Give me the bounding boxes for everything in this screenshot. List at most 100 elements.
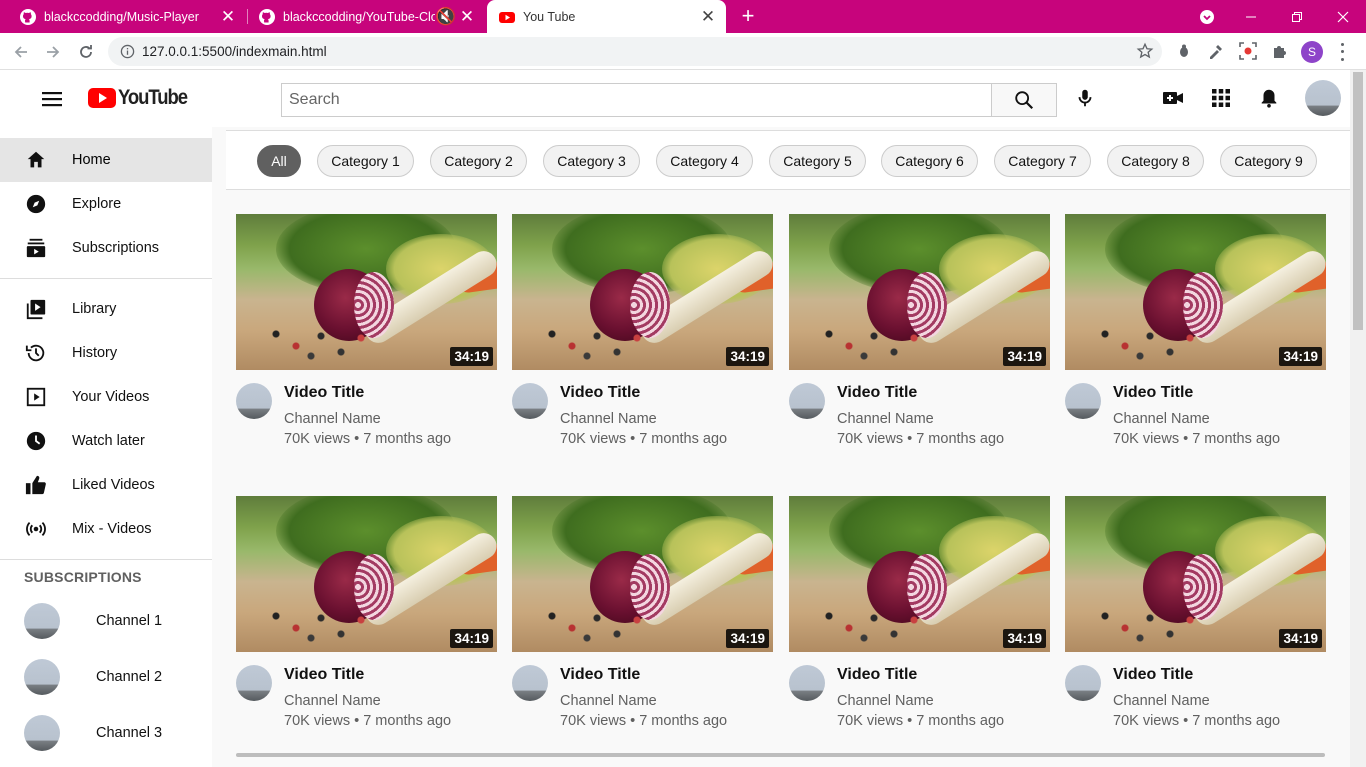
video-title[interactable]: Video Title — [1113, 666, 1193, 684]
search-input[interactable] — [282, 84, 991, 116]
sidebar-item-watch-later[interactable]: Watch later — [0, 419, 212, 463]
search-button[interactable] — [991, 83, 1057, 117]
video-title[interactable]: Video Title — [560, 384, 640, 402]
minimize-icon[interactable] — [1228, 0, 1274, 33]
channel-avatar[interactable] — [1065, 665, 1101, 701]
reload-icon[interactable] — [73, 39, 99, 65]
extensions-puzzle-icon[interactable] — [1268, 39, 1292, 63]
screen-capture-icon[interactable] — [1236, 39, 1260, 63]
back-arrow-icon[interactable] — [8, 39, 34, 65]
sidebar-item-library[interactable]: Library — [0, 287, 212, 331]
chip-category[interactable]: Category 6 — [881, 145, 978, 177]
video-card[interactable]: 34:19 Video Title Channel Name 70K views… — [512, 214, 773, 464]
channel-avatar[interactable] — [512, 665, 548, 701]
channel-name[interactable]: Channel Name — [284, 693, 381, 709]
browser-tab-active[interactable]: You Tube ✕ — [487, 0, 726, 33]
sidebar-item-explore[interactable]: Explore — [0, 182, 212, 226]
chip-category[interactable]: Category 4 — [656, 145, 753, 177]
chip-category[interactable]: Category 2 — [430, 145, 527, 177]
horizontal-scrollbar[interactable] — [236, 753, 1325, 757]
video-title[interactable]: Video Title — [284, 384, 364, 402]
video-card[interactable]: 34:19 Video Title Channel Name 70K views… — [789, 214, 1050, 464]
video-title[interactable]: Video Title — [837, 384, 917, 402]
sidebar-item-mix-videos[interactable]: Mix - Videos — [0, 507, 212, 551]
video-thumbnail[interactable]: 34:19 — [512, 496, 773, 652]
chip-category[interactable]: Category 5 — [769, 145, 866, 177]
video-thumbnail[interactable]: 34:19 — [512, 214, 773, 370]
bookmark-star-icon[interactable] — [1136, 42, 1154, 60]
github-icon — [20, 8, 36, 25]
chip-category[interactable]: Category 9 — [1220, 145, 1317, 177]
address-bar[interactable]: 127.0.0.1:5500/indexmain.html — [108, 37, 1162, 66]
video-title[interactable]: Video Title — [837, 666, 917, 684]
channel-name[interactable]: Channel Name — [837, 693, 934, 709]
channel-name[interactable]: Channel Name — [284, 411, 381, 427]
hamburger-menu-icon[interactable] — [40, 89, 64, 109]
sidebar-item-subscriptions[interactable]: Subscriptions — [0, 226, 212, 270]
video-thumbnail[interactable]: 34:19 — [1065, 496, 1326, 652]
video-title[interactable]: Video Title — [284, 666, 364, 684]
video-title[interactable]: Video Title — [1113, 384, 1193, 402]
video-thumbnail[interactable]: 34:19 — [236, 496, 497, 652]
close-window-icon[interactable] — [1320, 0, 1366, 33]
video-thumbnail[interactable]: 34:19 — [789, 214, 1050, 370]
sidebar-channel[interactable]: Channel 3 — [0, 708, 212, 758]
close-tab-icon[interactable]: ✕ — [457, 7, 477, 27]
sidebar-item-your-videos[interactable]: Your Videos — [0, 375, 212, 419]
video-thumbnail[interactable]: 34:19 — [789, 496, 1050, 652]
sidebar-item-home[interactable]: Home — [0, 138, 212, 182]
channel-name[interactable]: Channel Name — [1113, 411, 1210, 427]
channel-avatar[interactable] — [789, 383, 825, 419]
scrollbar-thumb[interactable] — [1353, 72, 1363, 330]
youtube-logo[interactable]: YouTube — [88, 86, 196, 110]
video-card[interactable]: 34:19 Video Title Channel Name 70K views… — [1065, 214, 1326, 464]
site-info-icon[interactable] — [120, 44, 135, 59]
channel-name[interactable]: Channel Name — [560, 693, 657, 709]
channel-name[interactable]: Channel Name — [1113, 693, 1210, 709]
channel-avatar[interactable] — [236, 665, 272, 701]
chip-category[interactable]: Category 8 — [1107, 145, 1204, 177]
tab-search-icon[interactable] — [1184, 0, 1230, 33]
microphone-icon[interactable] — [1073, 86, 1097, 110]
browser-tab[interactable]: blackccodding/YouTube-Clone: 🔇 ✕ — [239, 0, 485, 33]
vertical-scrollbar[interactable] — [1350, 70, 1366, 767]
close-tab-icon[interactable]: ✕ — [698, 7, 718, 27]
video-card[interactable]: 34:19 Video Title Channel Name 70K views… — [236, 496, 497, 746]
channel-avatar[interactable] — [1065, 383, 1101, 419]
close-tab-icon[interactable]: ✕ — [218, 7, 238, 27]
channel-name[interactable]: Channel Name — [560, 411, 657, 427]
channel-avatar[interactable] — [236, 383, 272, 419]
restore-icon[interactable] — [1274, 0, 1320, 33]
video-thumbnail[interactable]: 34:19 — [236, 214, 497, 370]
video-card[interactable]: 34:19 Video Title Channel Name 70K views… — [1065, 496, 1326, 746]
chip-category[interactable]: Category 7 — [994, 145, 1091, 177]
channel-avatar[interactable] — [789, 665, 825, 701]
forward-arrow-icon[interactable] — [40, 39, 66, 65]
audio-icon[interactable]: 🔇 — [435, 7, 457, 27]
browser-tab[interactable]: blackccodding/Music-Player ✕ — [0, 0, 246, 33]
video-card[interactable]: 34:19 Video Title Channel Name 70K views… — [789, 496, 1050, 746]
chip-all[interactable]: All — [257, 145, 301, 177]
sidebar-item-liked-videos[interactable]: Liked Videos — [0, 463, 212, 507]
sidebar-channel[interactable]: Channel 2 — [0, 652, 212, 702]
sidebar-item-history[interactable]: History — [0, 331, 212, 375]
extension-bug-icon[interactable] — [1172, 39, 1196, 63]
create-video-icon[interactable] — [1161, 86, 1185, 110]
browser-menu-icon[interactable] — [1338, 41, 1346, 63]
video-title[interactable]: Video Title — [560, 666, 640, 684]
profile-avatar[interactable]: S — [1301, 41, 1323, 63]
apps-grid-icon[interactable] — [1209, 86, 1233, 110]
video-card[interactable]: 34:19 Video Title Channel Name 70K views… — [512, 496, 773, 746]
chip-category[interactable]: Category 1 — [317, 145, 414, 177]
user-avatar[interactable] — [1305, 80, 1341, 116]
notification-bell-icon[interactable] — [1257, 86, 1281, 110]
video-thumbnail[interactable]: 34:19 — [1065, 214, 1326, 370]
eyedropper-icon[interactable] — [1204, 39, 1228, 63]
url-text[interactable]: 127.0.0.1:5500/indexmain.html — [142, 44, 327, 59]
chip-category[interactable]: Category 3 — [543, 145, 640, 177]
channel-avatar[interactable] — [512, 383, 548, 419]
video-card[interactable]: 34:19 Video Title Channel Name 70K views… — [236, 214, 497, 464]
sidebar-channel[interactable]: Channel 1 — [0, 596, 212, 646]
new-tab-button[interactable]: + — [738, 4, 758, 28]
channel-name[interactable]: Channel Name — [837, 411, 934, 427]
